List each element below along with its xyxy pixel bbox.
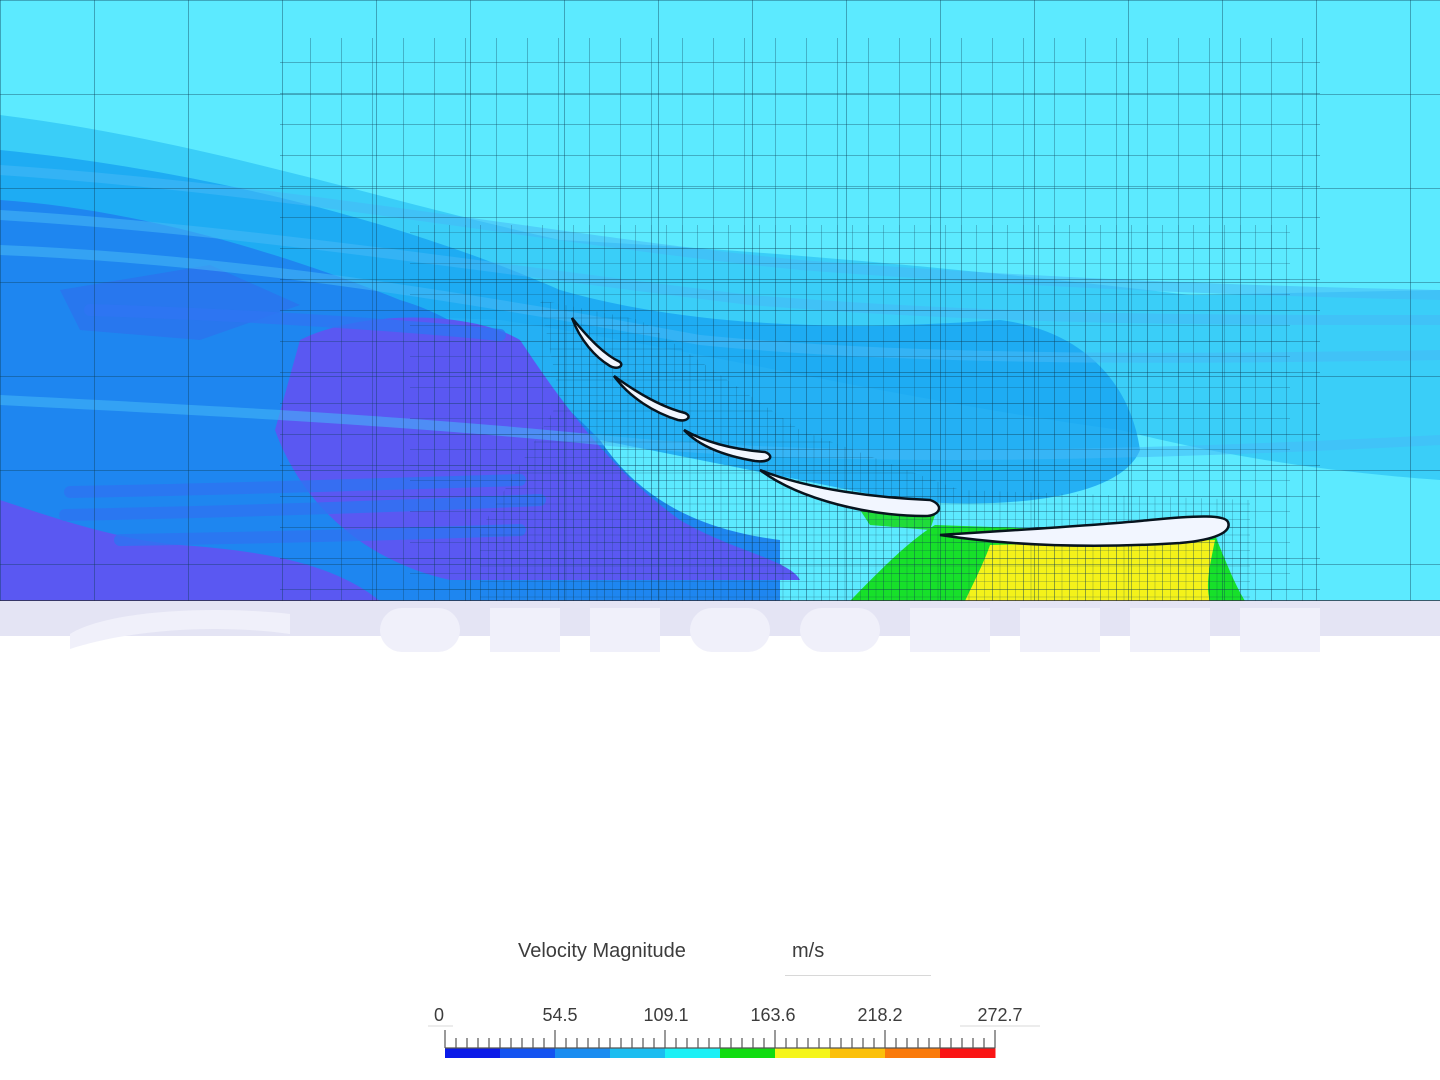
legend-color-swatch: [555, 1048, 611, 1058]
legend-color-swatch: [830, 1048, 886, 1058]
legend-color-swatch: [940, 1048, 996, 1058]
legend-color-swatch: [720, 1048, 776, 1058]
flow-field-view[interactable]: [0, 0, 1440, 1080]
legend-color-swatch: [665, 1048, 721, 1058]
legend-color-swatch: [885, 1048, 941, 1058]
legend-title: Velocity Magnitude: [518, 940, 686, 962]
legend-color-swatch: [775, 1048, 831, 1058]
legend-color-swatch: [610, 1048, 666, 1058]
legend-color-swatch: [445, 1048, 501, 1058]
legend-unit: m/s: [792, 940, 825, 962]
legend-color-swatch: [500, 1048, 556, 1058]
watermark-logo: [70, 608, 1320, 652]
legend-unit-underline: [785, 975, 931, 976]
legend-color-bar: [428, 1025, 1040, 1058]
